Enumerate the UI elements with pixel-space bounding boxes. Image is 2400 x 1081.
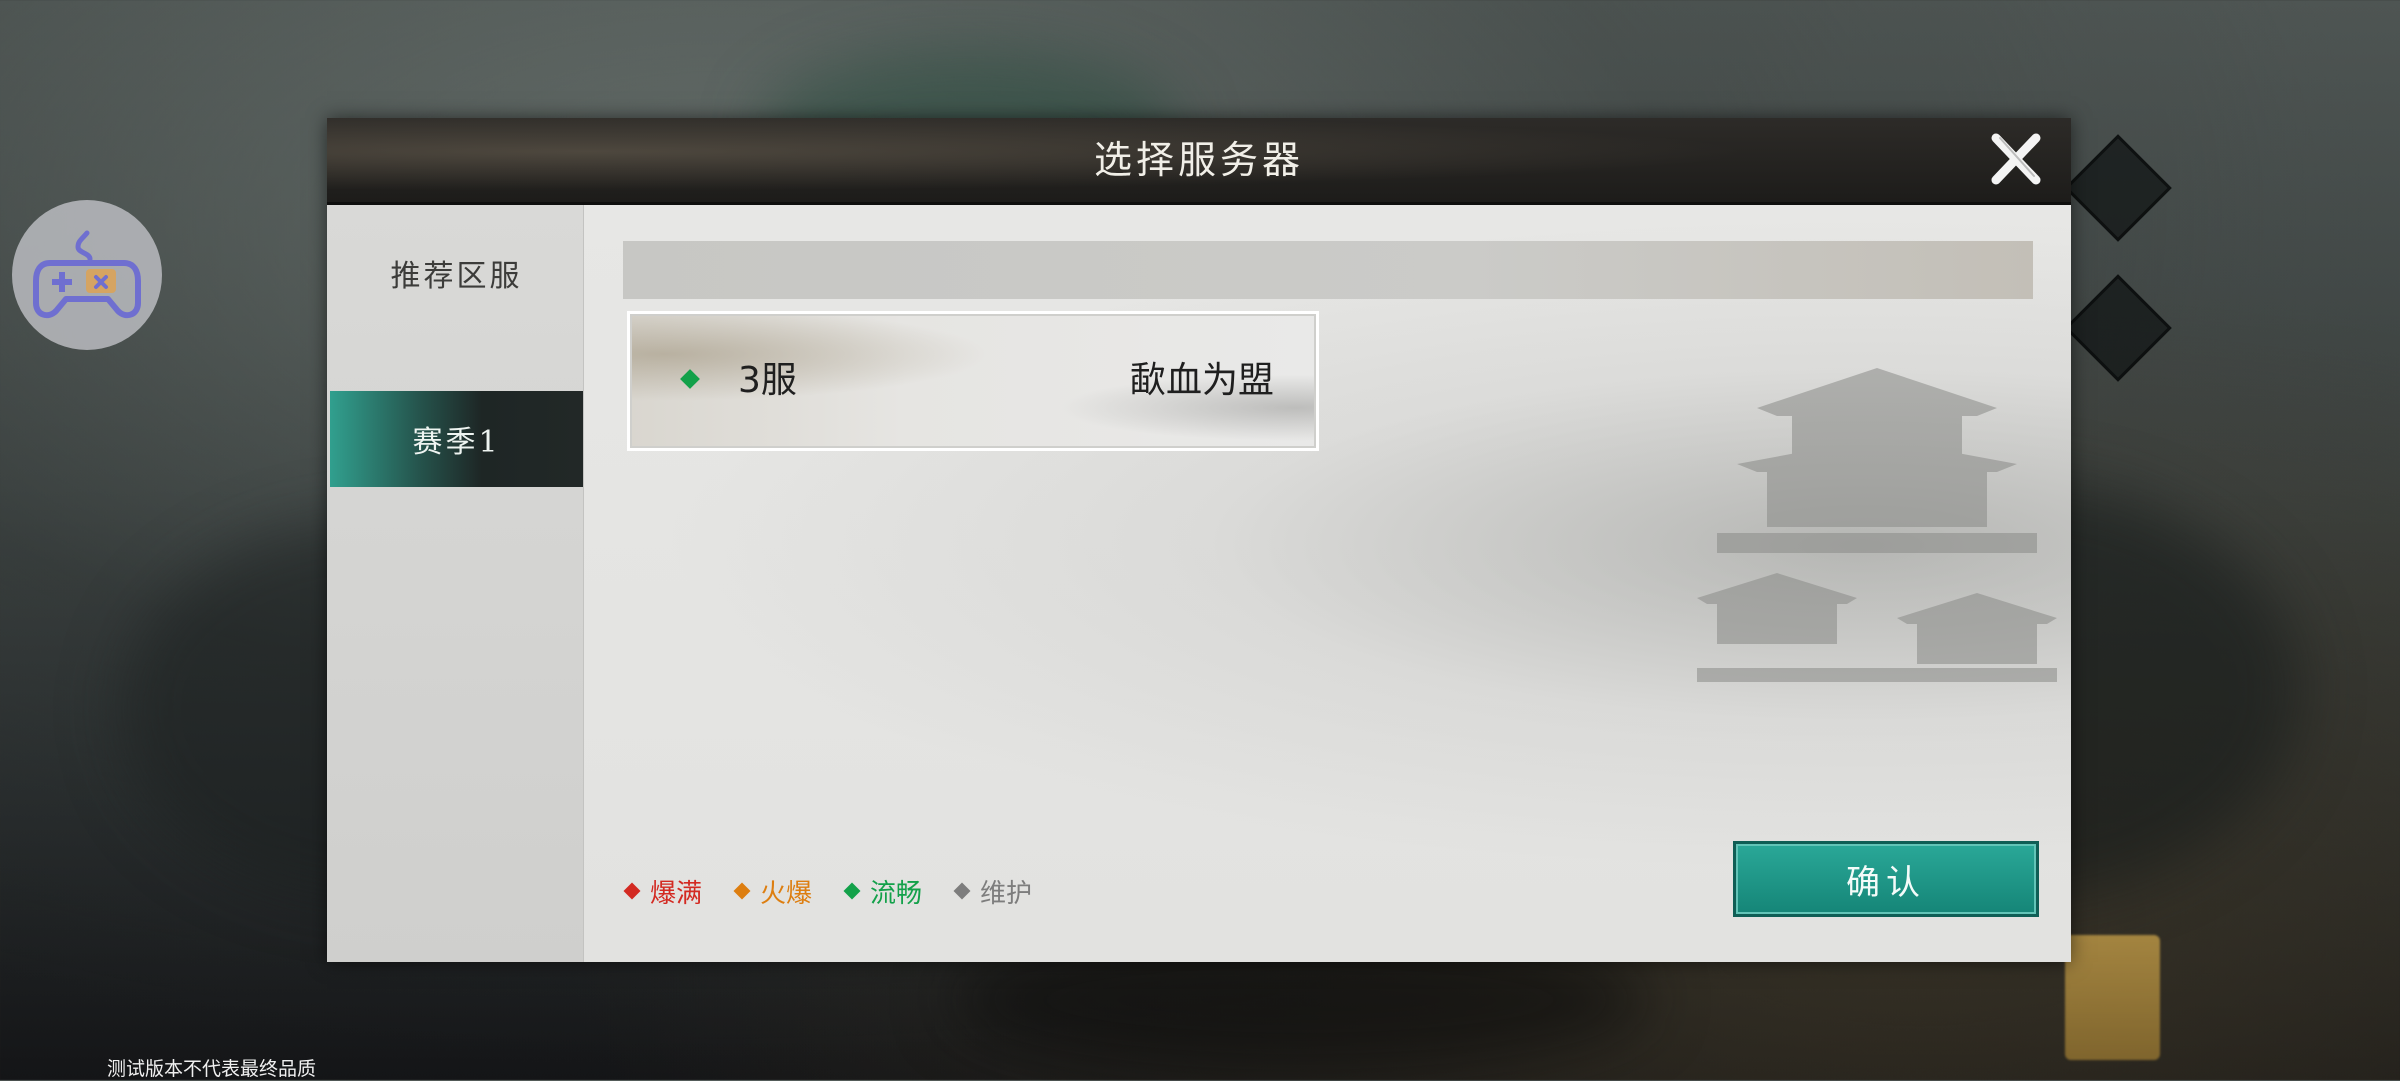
- side-reward-card[interactable]: [2065, 935, 2160, 1060]
- watermark-text: 测试版本不代表最终品质: [107, 1058, 317, 1080]
- diamond-icon: [623, 882, 641, 900]
- legend-item-smooth: 流畅: [843, 873, 923, 910]
- legend-item-hot: 火爆: [733, 873, 813, 910]
- gamepad-icon: [33, 230, 141, 319]
- legend-item-full: 爆满: [623, 873, 703, 910]
- legend-label: 火爆: [760, 878, 813, 909]
- dialog-title: 选择服务器: [1093, 138, 1304, 182]
- side-menu-button[interactable]: [2064, 134, 2172, 242]
- diamond-icon: [733, 882, 751, 900]
- server-select-dialog: 选择服务器 推荐区服 赛季1 3服 歃血为盟 爆满 火爆 流畅 维护 确认: [327, 118, 2071, 962]
- status-legend: 爆满 火爆 流畅 维护: [623, 871, 1066, 911]
- status-diamond-icon: [680, 369, 700, 389]
- diamond-icon: [953, 882, 971, 900]
- legend-item-maintenance: 维护: [953, 873, 1033, 910]
- sidebar-item-recommended[interactable]: 推荐区服: [330, 225, 583, 321]
- server-guild: 歃血为盟: [1129, 360, 1274, 401]
- close-icon: [1991, 133, 2041, 185]
- sidebar-item-season-1[interactable]: 赛季1: [330, 391, 583, 487]
- server-name: 3服: [738, 360, 797, 401]
- gamepad-button[interactable]: [12, 200, 162, 350]
- palace-illustration: [1697, 368, 2057, 682]
- side-menu-button[interactable]: [2064, 274, 2172, 382]
- confirm-button[interactable]: 确认: [1733, 841, 2039, 917]
- diamond-icon: [843, 882, 861, 900]
- server-list-header: [623, 241, 2033, 299]
- legend-label: 维护: [980, 878, 1033, 909]
- dialog-header: 选择服务器: [327, 118, 2071, 205]
- server-card[interactable]: 3服 歃血为盟: [627, 311, 1319, 451]
- legend-label: 爆满: [650, 878, 703, 909]
- server-region-sidebar: 推荐区服 赛季1: [327, 205, 584, 962]
- close-button[interactable]: [1982, 126, 2048, 192]
- legend-label: 流畅: [870, 878, 923, 909]
